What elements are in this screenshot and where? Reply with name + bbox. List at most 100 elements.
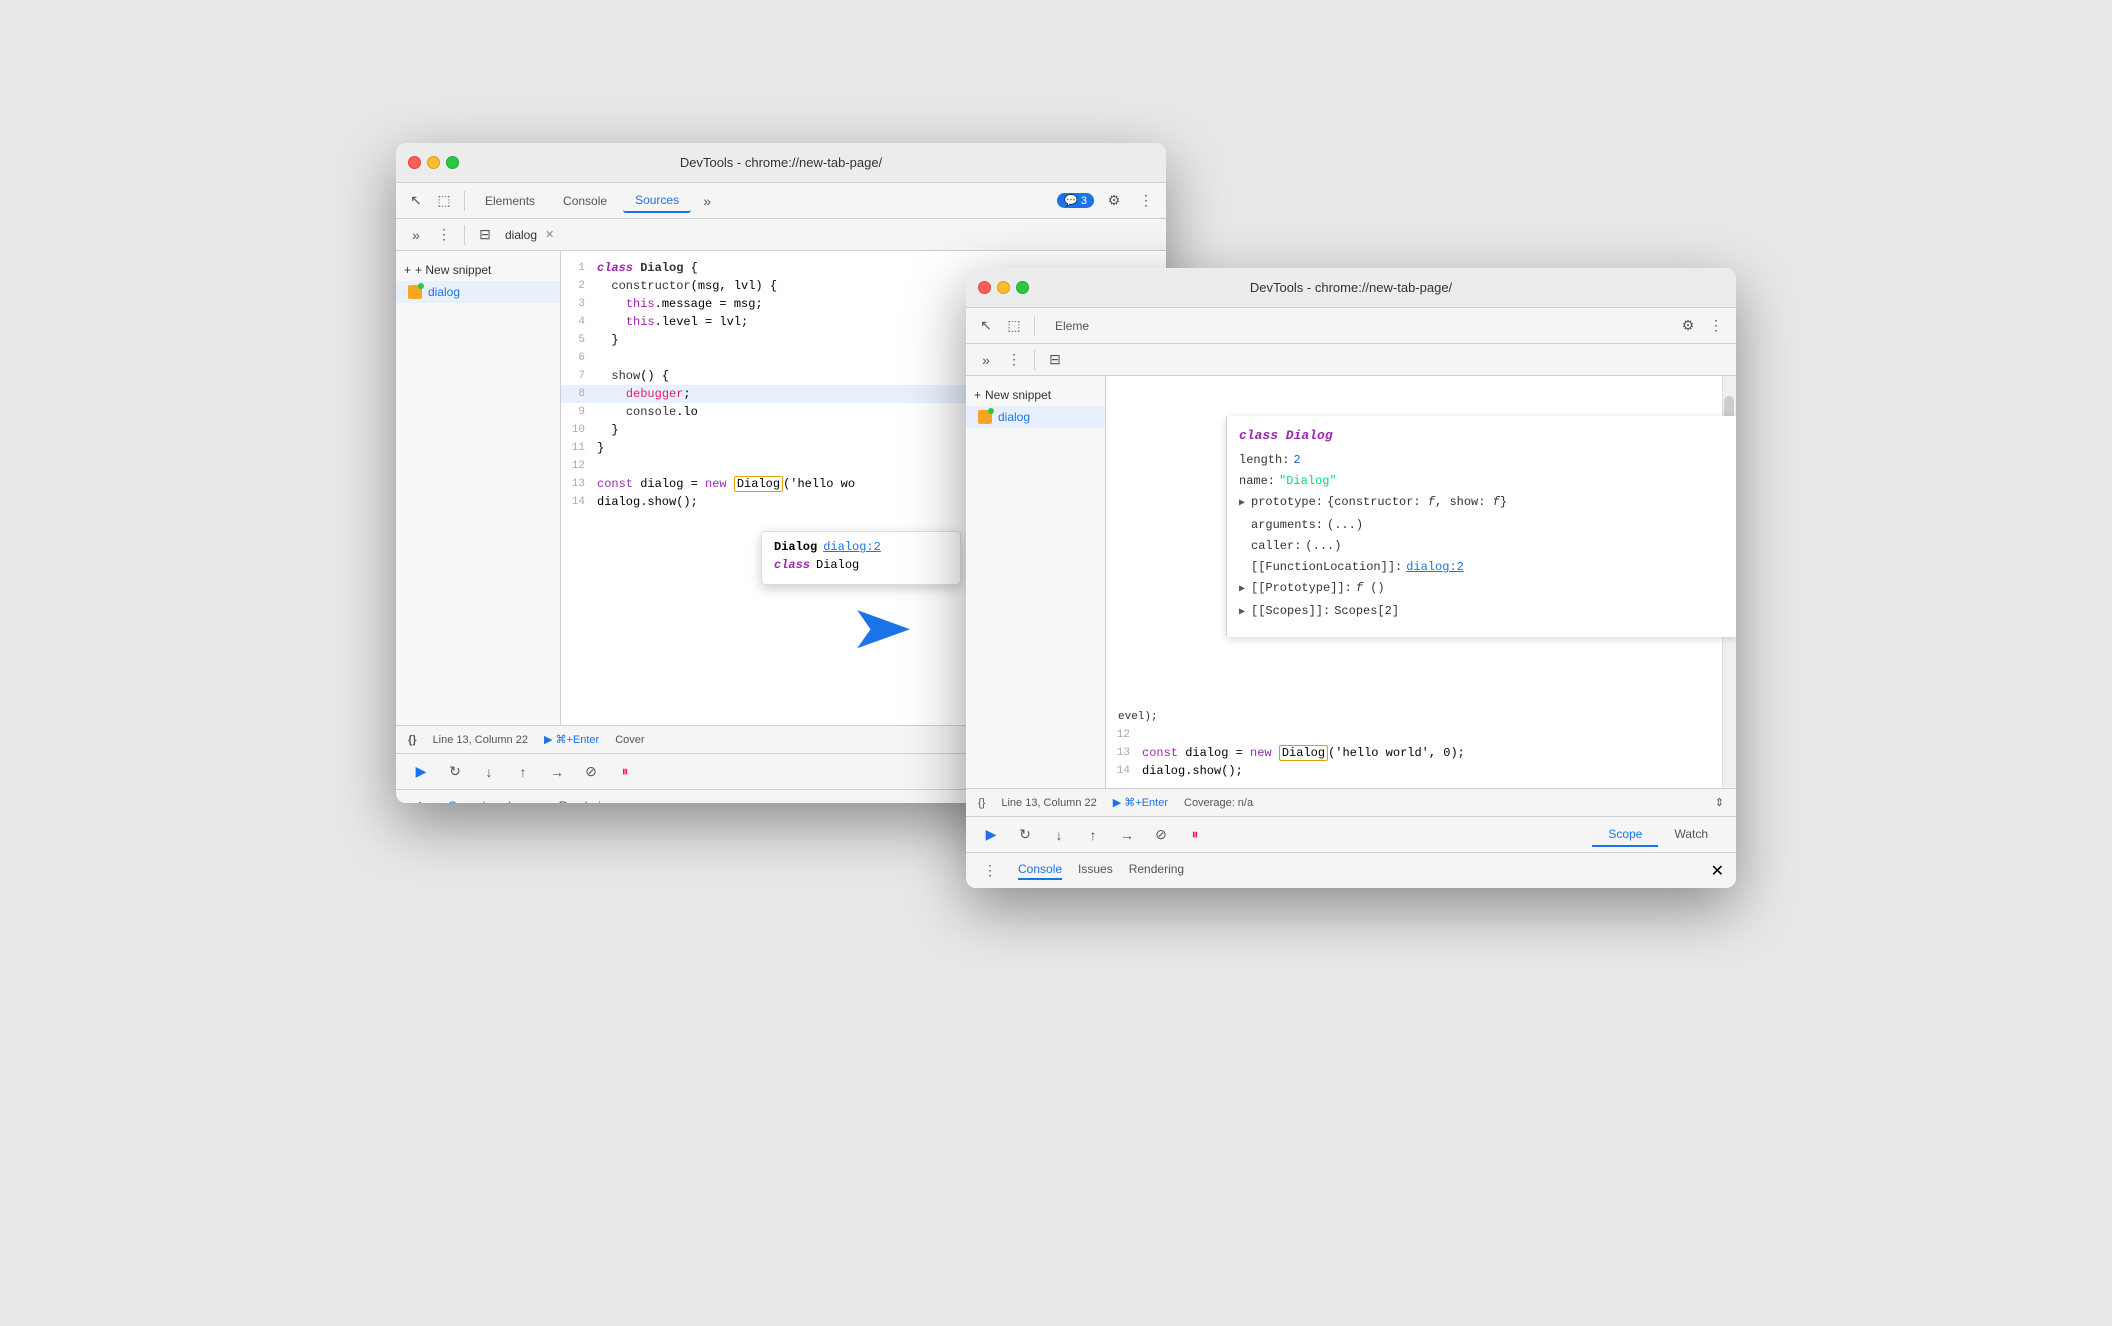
traffic-lights-back — [408, 156, 459, 169]
traffic-light-green-front[interactable] — [1016, 281, 1029, 294]
inspector-row-scopes: ▶ [[Scopes]]: Scopes[2] — [1239, 602, 1724, 622]
file-icon-dialog-front — [978, 410, 992, 424]
inspector-row-name: name: "Dialog" — [1239, 472, 1724, 490]
sidebar-item-dialog-back[interactable]: dialog — [396, 281, 560, 303]
front-toolbar: ↖ ⬚ Eleme ⚙ ⋮ — [966, 308, 1736, 344]
watch-tab-front[interactable]: Watch — [1658, 823, 1724, 847]
toolbar-sep-front — [1034, 316, 1035, 336]
inspector-row-caller: caller: (...) — [1239, 537, 1724, 555]
inspector-row-prototype: ▶ prototype: {constructor: f, show: f} — [1239, 493, 1724, 513]
file-icon-dialog — [408, 285, 422, 299]
issues-tab-back[interactable]: Issues — [508, 799, 543, 804]
traffic-light-red-front[interactable] — [978, 281, 991, 294]
issues-tab-front[interactable]: Issues — [1078, 862, 1113, 880]
resume-btn[interactable]: ▶ — [408, 759, 434, 785]
bottom-menu-icon[interactable]: ⋮ — [408, 796, 432, 804]
mobile-icon[interactable]: ⬚ — [432, 189, 456, 213]
bottom-menu-icon-front[interactable]: ⋮ — [978, 859, 1002, 883]
rendering-tab-back[interactable]: Rendering — [559, 799, 614, 804]
hover-card: Dialog dialog:2 class Dialog — [761, 531, 961, 585]
inspector-panel: class Dialog length: 2 name: "Dialog" ▶ … — [1226, 416, 1736, 637]
plus-icon: + — [404, 263, 411, 277]
hover-card-row-2: class Dialog — [774, 558, 948, 572]
new-snippet-back[interactable]: + + New snippet — [396, 259, 560, 281]
mobile-icon-front[interactable]: ⬚ — [1002, 314, 1026, 338]
rendering-tab-front[interactable]: Rendering — [1129, 862, 1184, 880]
toolbar-sep-2 — [464, 225, 465, 245]
sub-menu-icon[interactable]: ⋮ — [432, 223, 456, 247]
toolbar-sep-front-2 — [1034, 350, 1035, 370]
menu-icon-back[interactable]: ⋮ — [1134, 189, 1158, 213]
settings-icon-front[interactable]: ⚙ — [1676, 314, 1700, 338]
step-over-btn-front[interactable]: ↻ — [1012, 822, 1038, 848]
front-right-overflow: evel); — [1106, 708, 1736, 726]
hover-card-class: Dialog — [774, 540, 817, 554]
tab-console-back[interactable]: Console — [551, 190, 619, 212]
curly-braces-icon: {} — [408, 734, 417, 746]
file-tab-close[interactable]: ✕ — [545, 228, 554, 241]
front-code-bottom: evel); 12 13 const dialog = new Dialog('… — [1106, 696, 1736, 788]
console-tab-back[interactable]: Console — [448, 799, 492, 804]
sidebar-back: + + New snippet dialog — [396, 251, 561, 725]
front-sidebar: + New snippet dialog — [966, 376, 1106, 788]
new-snippet-front[interactable]: + New snippet — [966, 384, 1105, 406]
pause-btn-front[interactable]: ⏸ — [1182, 822, 1208, 848]
sidebar-item-dialog-front[interactable]: dialog — [966, 406, 1105, 428]
pause-btn[interactable]: ⏸ — [612, 759, 638, 785]
scene: DevTools - chrome://new-tab-page/ ↖ ⬚ El… — [366, 113, 1746, 1213]
more-tabs-icon[interactable]: » — [695, 189, 719, 213]
sub-menu-icon-front[interactable]: ⋮ — [1002, 348, 1026, 372]
resume-btn-front[interactable]: ▶ — [978, 822, 1004, 848]
cursor-position-back: Line 13, Column 22 — [433, 734, 528, 746]
status-bar-front: {} Line 13, Column 22 ▶ ⌘+Enter Coverage… — [966, 788, 1736, 816]
chat-icon: 💬 — [1064, 194, 1078, 207]
step-out-btn[interactable]: ↑ — [510, 759, 536, 785]
step-out-btn-front[interactable]: ↑ — [1080, 822, 1106, 848]
menu-icon-front[interactable]: ⋮ — [1704, 314, 1728, 338]
window-title-front: DevTools - chrome://new-tab-page/ — [1250, 280, 1452, 295]
step-over-btn[interactable]: ↻ — [442, 759, 468, 785]
run-button-back[interactable]: ▶ ⌘+Enter — [544, 733, 599, 746]
tab-sources-back[interactable]: Sources — [623, 189, 691, 213]
close-btn-front[interactable]: ✕ — [1711, 861, 1724, 881]
console-tab-front[interactable]: Console — [1018, 862, 1062, 880]
expand-icon-front[interactable]: » — [974, 348, 998, 372]
tab-elements-back[interactable]: Elements — [473, 190, 547, 212]
run-button-front[interactable]: ▶ ⌘+Enter — [1113, 796, 1168, 809]
chat-badge[interactable]: 💬 3 — [1057, 193, 1094, 208]
settings-icon-back[interactable]: ⚙ — [1102, 189, 1126, 213]
file-nav-icon-front[interactable]: ⊟ — [1043, 348, 1067, 372]
sidebar-item-dialog-label: dialog — [428, 285, 460, 299]
deactivate-btn[interactable]: ⊘ — [578, 759, 604, 785]
step-into-btn-front[interactable]: ↓ — [1046, 822, 1072, 848]
debug-toolbar-front: ▶ ↻ ↓ ↑ → ⊘ ⏸ Scope Watch — [966, 816, 1736, 852]
cursor-icon[interactable]: ↖ — [404, 189, 428, 213]
traffic-light-yellow[interactable] — [427, 156, 440, 169]
curly-braces-icon-front: {} — [978, 797, 985, 809]
expand-icon[interactable]: » — [404, 223, 428, 247]
toolbar-right-back: 💬 3 ⚙ ⋮ — [1057, 189, 1158, 213]
sidebar-dialog-label-front: dialog — [998, 410, 1030, 424]
cursor-icon-front[interactable]: ↖ — [974, 314, 998, 338]
inspector-title: class Dialog — [1239, 428, 1724, 443]
front-main: ↖ ⬚ Eleme ⚙ ⋮ » ⋮ ⊟ + — [966, 308, 1736, 888]
hover-card-link[interactable]: dialog:2 — [823, 540, 881, 554]
file-nav-icon[interactable]: ⊟ — [473, 223, 497, 247]
inspector-row-proto: ▶ [[Prototype]]: f () — [1239, 579, 1724, 599]
step-into-btn[interactable]: ↓ — [476, 759, 502, 785]
window-title-back: DevTools - chrome://new-tab-page/ — [680, 155, 882, 170]
toolbar-back: ↖ ⬚ Elements Console Sources » 💬 3 ⚙ ⋮ — [396, 183, 1166, 219]
deactivate-btn-front[interactable]: ⊘ — [1148, 822, 1174, 848]
sub-toolbar-front: » ⋮ ⊟ — [966, 344, 1736, 376]
traffic-light-green[interactable] — [446, 156, 459, 169]
scope-tab-front[interactable]: Scope — [1592, 823, 1658, 847]
tab-elements-front[interactable]: Eleme — [1043, 315, 1101, 337]
step-btn-front[interactable]: → — [1114, 822, 1140, 848]
traffic-light-red[interactable] — [408, 156, 421, 169]
traffic-light-yellow-front[interactable] — [997, 281, 1010, 294]
debug-tabs-front: Scope Watch — [1592, 823, 1724, 847]
badge-count: 3 — [1081, 195, 1087, 207]
plus-icon-front: + — [974, 388, 981, 402]
step-btn[interactable]: → — [544, 759, 570, 785]
status-scroll[interactable]: ⇕ — [1715, 796, 1724, 809]
